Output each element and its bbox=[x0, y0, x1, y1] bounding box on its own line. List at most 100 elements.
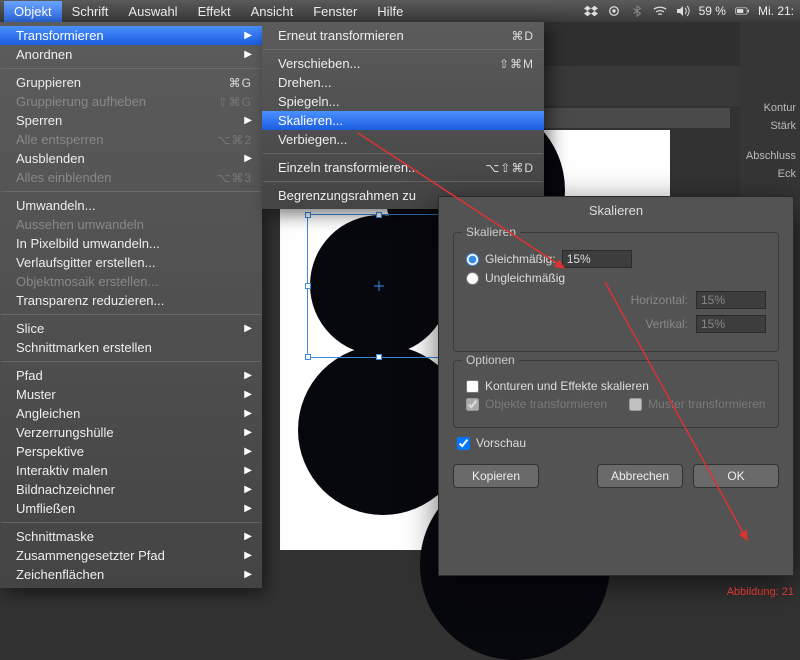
objekt-item-22[interactable]: Angleichen▶ bbox=[0, 404, 262, 423]
menu-item-label: Ausblenden bbox=[16, 151, 244, 166]
transformieren-submenu[interactable]: Erneut transformieren⌘D Verschieben...⇧⌘M… bbox=[262, 22, 544, 209]
menu-item-label: Schnittmarken erstellen bbox=[16, 340, 252, 355]
transform-item-3[interactable]: Drehen... bbox=[262, 73, 544, 92]
menu-objekt[interactable]: Objekt bbox=[4, 1, 62, 22]
menu-item-label: Alle entsperren bbox=[16, 132, 216, 147]
horizontal-label: Horizontal: bbox=[631, 293, 688, 307]
menu-ansicht[interactable]: Ansicht bbox=[241, 1, 304, 22]
options-group: Optionen Konturen und Effekte skalieren … bbox=[453, 360, 779, 428]
nonuniform-radio[interactable] bbox=[466, 272, 479, 285]
menu-item-label: Verschieben... bbox=[278, 56, 499, 71]
objekt-item-0[interactable]: Transformieren▶ bbox=[0, 26, 262, 45]
objekt-item-13[interactable]: Verlaufsgitter erstellen... bbox=[0, 253, 262, 272]
menu-auswahl[interactable]: Auswahl bbox=[118, 1, 187, 22]
right-panels: Kontur Stärk Abschluss Eck bbox=[740, 22, 800, 222]
uniform-input[interactable] bbox=[562, 250, 632, 268]
menu-item-label: Angleichen bbox=[16, 406, 244, 421]
menu-item-label: Interaktiv malen bbox=[16, 463, 244, 478]
options-group-title: Optionen bbox=[462, 353, 519, 367]
menu-schrift[interactable]: Schrift bbox=[62, 1, 119, 22]
submenu-arrow-icon: ▶ bbox=[244, 408, 252, 419]
objekt-item-7[interactable]: Ausblenden▶ bbox=[0, 149, 262, 168]
objekt-item-4: Gruppierung aufheben⇧⌘G bbox=[0, 92, 262, 111]
objekt-item-1[interactable]: Anordnen▶ bbox=[0, 45, 262, 64]
dropbox-icon bbox=[584, 5, 598, 17]
transform-objects-checkbox bbox=[466, 398, 479, 411]
figure-caption: Abbildung: 21 bbox=[727, 586, 794, 598]
vertical-label: Vertikal: bbox=[645, 317, 688, 331]
transform-objects-label: Objekte transformieren bbox=[485, 397, 607, 411]
transform-item-0[interactable]: Erneut transformieren⌘D bbox=[262, 26, 544, 45]
submenu-arrow-icon: ▶ bbox=[244, 465, 252, 476]
objekt-item-20[interactable]: Pfad▶ bbox=[0, 366, 262, 385]
ok-button[interactable]: OK bbox=[693, 464, 779, 488]
objekt-item-17[interactable]: Slice▶ bbox=[0, 319, 262, 338]
menu-item-label: Gruppierung aufheben bbox=[16, 94, 218, 109]
selection-box[interactable] bbox=[307, 214, 451, 358]
menu-item-label: Verlaufsgitter erstellen... bbox=[16, 255, 252, 270]
cancel-button[interactable]: Abbrechen bbox=[597, 464, 683, 488]
menu-item-label: Erneut transformieren bbox=[278, 28, 511, 43]
objekt-item-24[interactable]: Perspektive▶ bbox=[0, 442, 262, 461]
menu-item-label: Alles einblenden bbox=[16, 170, 216, 185]
submenu-arrow-icon: ▶ bbox=[244, 153, 252, 164]
transform-item-6[interactable]: Verbiegen... bbox=[262, 130, 544, 149]
preview-checkbox[interactable] bbox=[457, 437, 470, 450]
transform-item-8[interactable]: Einzeln transformieren...⌥⇧⌘D bbox=[262, 158, 544, 177]
dialog-title: Skalieren bbox=[439, 197, 793, 224]
menu-item-label: Skalieren... bbox=[278, 113, 534, 128]
transform-patterns-checkbox bbox=[629, 398, 642, 411]
submenu-arrow-icon: ▶ bbox=[244, 370, 252, 381]
objekt-item-10[interactable]: Umwandeln... bbox=[0, 196, 262, 215]
submenu-arrow-icon: ▶ bbox=[244, 531, 252, 542]
objekt-item-8: Alles einblenden⌥⌘3 bbox=[0, 168, 262, 187]
scale-group: Skalieren Gleichmäßig: Ungleichmäßig Hor… bbox=[453, 232, 779, 352]
menu-item-label: Bildnachzeichner bbox=[16, 482, 244, 497]
shortcut: ⌘D bbox=[511, 29, 534, 43]
vertical-input[interactable] bbox=[696, 315, 766, 333]
objekt-item-11: Aussehen umwandeln bbox=[0, 215, 262, 234]
copy-button[interactable]: Kopieren bbox=[453, 464, 539, 488]
menu-item-label: Verbiegen... bbox=[278, 132, 534, 147]
menu-item-label: Schnittmaske bbox=[16, 529, 244, 544]
objekt-item-12[interactable]: In Pixelbild umwandeln... bbox=[0, 234, 262, 253]
objekt-menu[interactable]: Transformieren▶Anordnen▶Gruppieren⌘GGrup… bbox=[0, 22, 262, 588]
menu-item-label: In Pixelbild umwandeln... bbox=[16, 236, 252, 251]
objekt-item-15[interactable]: Transparenz reduzieren... bbox=[0, 291, 262, 310]
menu-item-label: Slice bbox=[16, 321, 244, 336]
objekt-item-27[interactable]: Umfließen▶ bbox=[0, 499, 262, 518]
nonuniform-label: Ungleichmäßig bbox=[485, 271, 565, 285]
objekt-item-29[interactable]: Schnittmaske▶ bbox=[0, 527, 262, 546]
menu-hilfe[interactable]: Hilfe bbox=[367, 1, 413, 22]
objekt-item-3[interactable]: Gruppieren⌘G bbox=[0, 73, 262, 92]
objekt-item-26[interactable]: Bildnachzeichner▶ bbox=[0, 480, 262, 499]
objekt-item-21[interactable]: Muster▶ bbox=[0, 385, 262, 404]
menu-item-label: Perspektive bbox=[16, 444, 244, 459]
panel-abschluss: Abschluss bbox=[740, 150, 800, 162]
objekt-item-18[interactable]: Schnittmarken erstellen bbox=[0, 338, 262, 357]
transform-item-4[interactable]: Spiegeln... bbox=[262, 92, 544, 111]
menu-effekt[interactable]: Effekt bbox=[188, 1, 241, 22]
objekt-item-23[interactable]: Verzerrungshülle▶ bbox=[0, 423, 262, 442]
wifi-icon bbox=[653, 5, 667, 17]
menu-item-label: Transformieren bbox=[16, 28, 244, 43]
transform-item-2[interactable]: Verschieben...⇧⌘M bbox=[262, 54, 544, 73]
objekt-item-5[interactable]: Sperren▶ bbox=[0, 111, 262, 130]
menu-item-label: Muster bbox=[16, 387, 244, 402]
menu-item-label: Einzeln transformieren... bbox=[278, 160, 485, 175]
scale-strokes-checkbox[interactable] bbox=[466, 380, 479, 393]
objekt-item-25[interactable]: Interaktiv malen▶ bbox=[0, 461, 262, 480]
shortcut: ⌥⇧⌘D bbox=[485, 161, 534, 175]
transform-item-5[interactable]: Skalieren... bbox=[262, 111, 544, 130]
panel-ecke: Eck bbox=[740, 168, 800, 180]
uniform-radio[interactable] bbox=[466, 253, 479, 266]
objekt-item-31[interactable]: Zeichenflächen▶ bbox=[0, 565, 262, 584]
shortcut: ⇧⌘G bbox=[218, 95, 252, 109]
menu-fenster[interactable]: Fenster bbox=[303, 1, 367, 22]
shortcut: ⌥⌘2 bbox=[216, 133, 252, 147]
panel-kontur[interactable]: Kontur bbox=[740, 102, 800, 114]
horizontal-input[interactable] bbox=[696, 291, 766, 309]
objekt-item-30[interactable]: Zusammengesetzter Pfad▶ bbox=[0, 546, 262, 565]
transform-patterns-label: Muster transformieren bbox=[648, 397, 765, 411]
menu-item-label: Gruppieren bbox=[16, 75, 229, 90]
